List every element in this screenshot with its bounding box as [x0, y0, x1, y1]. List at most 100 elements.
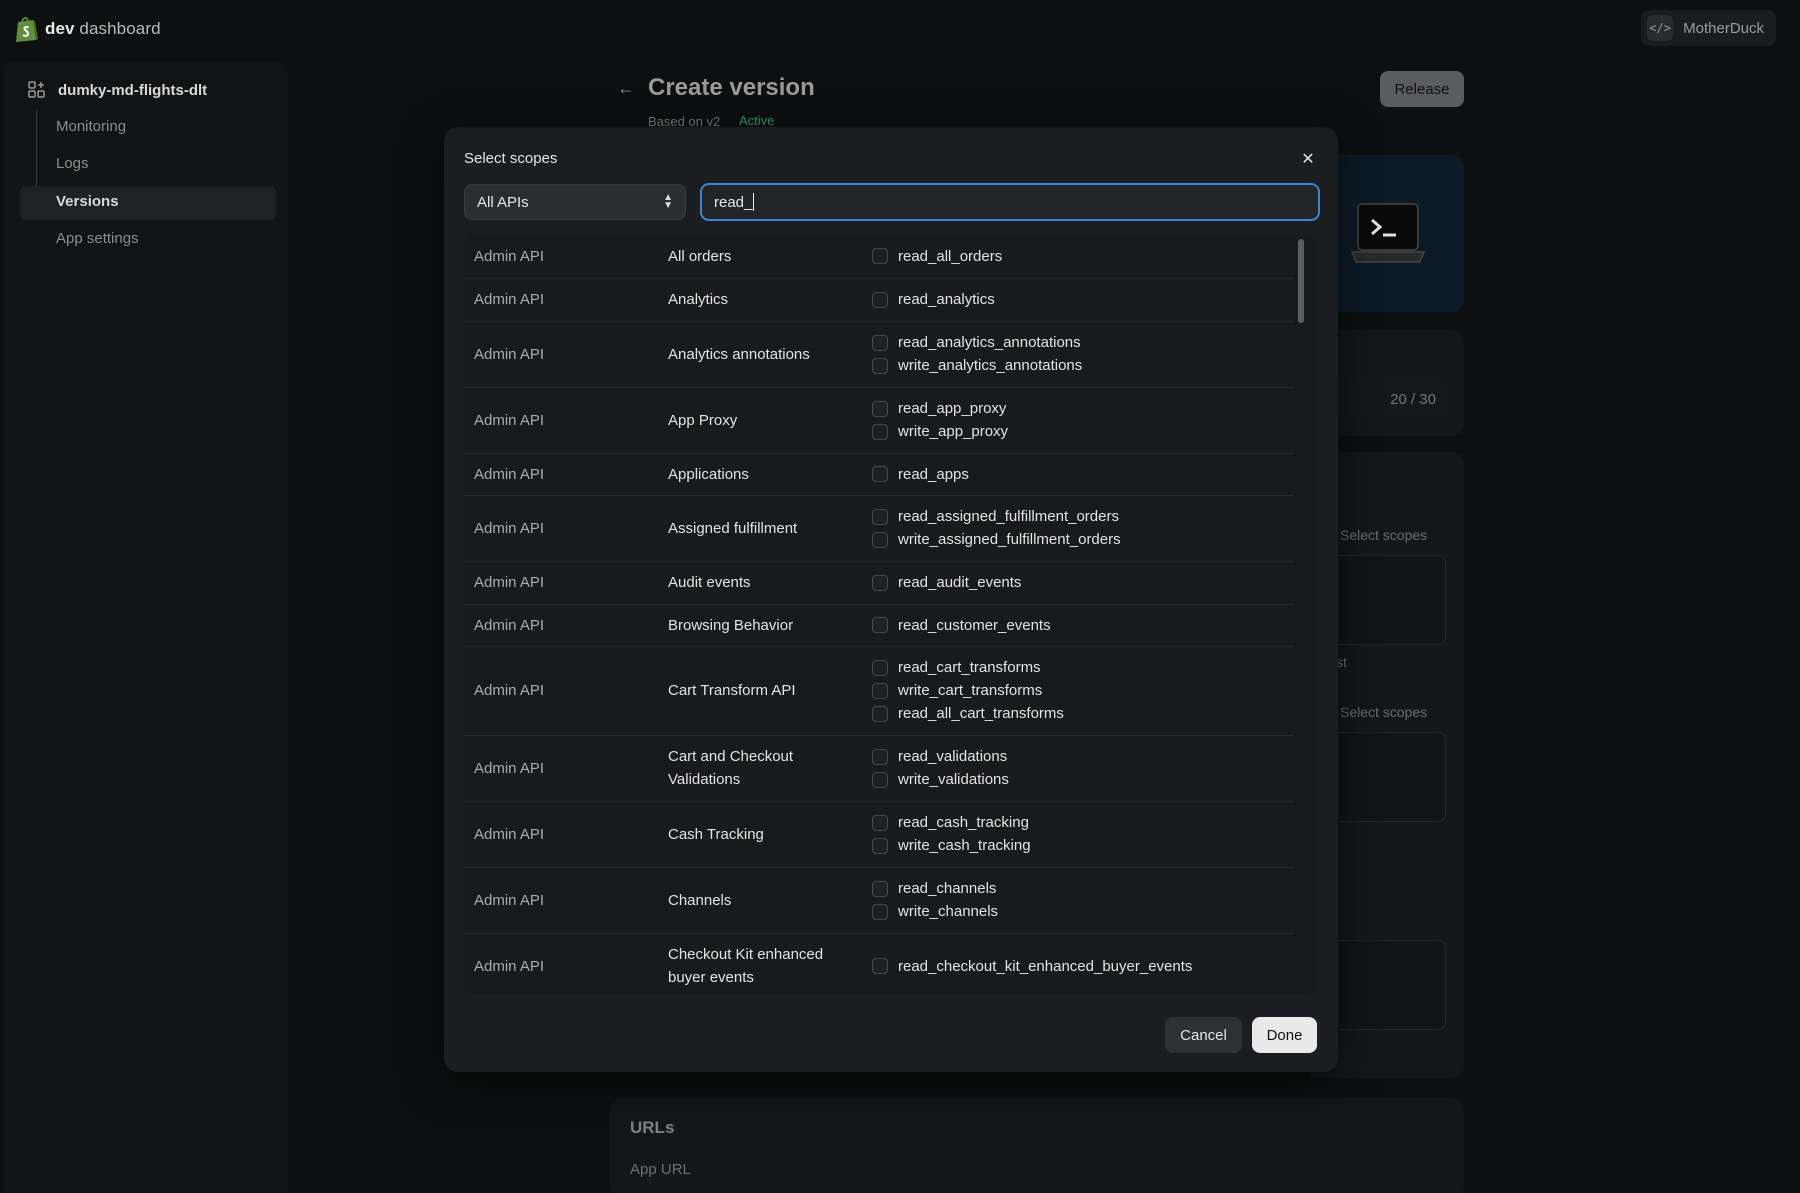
scope-row: Admin API All orders read_all_orders: [464, 235, 1294, 279]
scope-label: read_analytics: [898, 291, 995, 308]
scope-checkbox[interactable]: [872, 466, 888, 482]
scope-option[interactable]: read_checkout_kit_enhanced_buyer_events: [872, 955, 1294, 978]
scope-checkbox[interactable]: [872, 400, 888, 417]
brand[interactable]: dev dashboard: [14, 15, 161, 43]
scopes-textarea[interactable]: [1334, 940, 1446, 1030]
close-icon[interactable]: ✕: [1298, 149, 1318, 169]
scope-label: read_checkout_kit_enhanced_buyer_events: [898, 957, 1193, 975]
scope-label: read_assigned_fulfillment_orders: [898, 508, 1119, 525]
cancel-button[interactable]: Cancel: [1165, 1017, 1242, 1053]
select-scopes-link[interactable]: Select scopes: [1340, 527, 1427, 543]
scope-label: write_cart_transforms: [898, 682, 1043, 699]
scope-resource-line: Analytics annotations: [668, 345, 810, 363]
scope-api-cell: Admin API: [464, 561, 668, 605]
scope-checkbox[interactable]: [872, 248, 888, 265]
scope-option[interactable]: read_app_proxy: [872, 397, 1294, 420]
scope-resource-cell: Channels: [668, 867, 872, 934]
scope-checkbox[interactable]: [872, 748, 888, 765]
scope-checkbox[interactable]: [872, 771, 888, 788]
scope-checkbox[interactable]: [872, 291, 888, 308]
sidebar-app-name: dumky-md-flights-dlt: [58, 81, 208, 99]
scope-option[interactable]: write_assigned_fulfillment_orders: [872, 528, 1294, 551]
scope-option[interactable]: read_analytics_annotations: [872, 331, 1294, 354]
scope-checkbox[interactable]: [872, 508, 888, 525]
scope-option[interactable]: write_app_proxy: [872, 420, 1294, 443]
scope-option[interactable]: read_all_orders: [872, 245, 1294, 268]
scope-option[interactable]: read_cart_transforms: [872, 656, 1294, 679]
scope-checkbox[interactable]: [872, 837, 888, 854]
org-name: MotherDuck: [1683, 19, 1764, 37]
scope-row: Admin API Assigned fulfillment read_assign…: [464, 495, 1294, 562]
scope-search-input[interactable]: read_: [700, 183, 1320, 221]
scopes-list[interactable]: Admin API All orders read_all_orders Admin …: [464, 235, 1316, 994]
brand-label: dev dashboard: [45, 19, 161, 38]
scope-resource-cell: Analytics: [668, 278, 872, 322]
scope-option[interactable]: write_validations: [872, 768, 1294, 791]
scope-checkbox[interactable]: [872, 357, 888, 374]
scope-api-cell: Admin API: [464, 453, 668, 496]
scope-checkbox[interactable]: [872, 880, 888, 897]
scope-checkbox[interactable]: [872, 423, 888, 440]
scope-checkbox[interactable]: [872, 334, 888, 351]
scope-checkbox[interactable]: [872, 958, 888, 974]
scope-option[interactable]: write_analytics_annotations: [872, 354, 1294, 377]
scope-checkbox[interactable]: [872, 682, 888, 699]
scope-option[interactable]: read_apps: [872, 463, 1294, 486]
scope-resource-line: Analytics: [668, 291, 729, 308]
sidebar-item-logs[interactable]: Logs: [56, 155, 89, 172]
scope-api-cell: Admin API: [464, 933, 668, 994]
scope-checkbox-cell: read_app_proxy write_app_proxy: [872, 387, 1294, 454]
scope-resource-line: Browsing Behavior: [668, 616, 794, 634]
scope-checkbox-cell: read_assigned_fulfillment_orders write_as…: [872, 495, 1294, 562]
scope-checkbox[interactable]: [872, 574, 888, 591]
scrollbar-thumb[interactable]: [1298, 239, 1304, 323]
app-url-label: App URL: [630, 1161, 691, 1178]
scope-option[interactable]: read_channels: [872, 877, 1294, 900]
scope-api-cell: Admin API: [464, 321, 668, 388]
scope-row: Admin API Applications read_apps: [464, 453, 1294, 496]
release-button[interactable]: Release: [1380, 71, 1464, 107]
back-arrow-icon[interactable]: ←: [617, 78, 635, 99]
scope-resource-line: App Proxy: [668, 411, 738, 429]
scope-option[interactable]: read_validations: [872, 745, 1294, 768]
scope-resource-cell: Applications: [668, 453, 872, 496]
done-button[interactable]: Done: [1252, 1017, 1317, 1053]
scope-checkbox[interactable]: [872, 531, 888, 548]
scope-label: write_app_proxy: [898, 423, 1009, 440]
scope-option[interactable]: write_cart_transforms: [872, 679, 1294, 702]
org-switcher[interactable]: </> MotherDuck: [1641, 10, 1776, 46]
sidebar-app[interactable]: dumky-md-flights-dlt: [28, 81, 207, 99]
api-filter-select[interactable]: All APIs ▲ ▼: [464, 184, 686, 220]
modal-title: Select scopes: [464, 150, 558, 167]
scope-option[interactable]: read_analytics: [872, 288, 1294, 311]
scope-resource-line: Cart Transform API: [668, 682, 796, 699]
select-scopes-link[interactable]: Select scopes: [1340, 704, 1427, 720]
scope-checkbox[interactable]: [872, 903, 888, 920]
scope-resource-line: buyer events: [668, 969, 754, 986]
scope-api-cell: Admin API: [464, 735, 668, 802]
scope-option[interactable]: read_assigned_fulfillment_orders: [872, 505, 1294, 528]
scope-checkbox[interactable]: [872, 705, 888, 722]
scope-checkbox[interactable]: [872, 659, 888, 676]
scope-option[interactable]: read_audit_events: [872, 571, 1294, 594]
scope-option[interactable]: read_all_cart_transforms: [872, 702, 1294, 725]
scope-resource-cell: Audit events: [668, 561, 872, 605]
scopes-textarea[interactable]: [1334, 732, 1446, 822]
scope-api-cell: Admin API: [464, 867, 668, 934]
code-icon: </>: [1647, 15, 1674, 41]
scope-row: Admin API Cart and Checkout Validations rea…: [464, 735, 1294, 802]
scope-option[interactable]: read_cash_tracking: [872, 811, 1294, 834]
sidebar-item-monitoring[interactable]: Monitoring: [56, 118, 126, 135]
scope-checkbox[interactable]: [872, 617, 888, 633]
scope-option[interactable]: read_customer_events: [872, 614, 1294, 637]
scope-option[interactable]: write_cash_tracking: [872, 834, 1294, 857]
scopes-table: Admin API All orders read_all_orders Admin …: [464, 235, 1294, 994]
scopes-textarea[interactable]: [1334, 555, 1446, 645]
sidebar-item-app-settings[interactable]: App settings: [56, 230, 139, 247]
scope-label: write_validations: [898, 771, 1009, 788]
scope-option[interactable]: write_channels: [872, 900, 1294, 923]
scope-resource-line: Assigned fulfillment: [668, 519, 798, 537]
scope-checkbox[interactable]: [872, 814, 888, 831]
scope-row: Admin API App Proxy read_app_proxy write_ap…: [464, 387, 1294, 454]
scope-label: read_all_orders: [898, 247, 1003, 265]
